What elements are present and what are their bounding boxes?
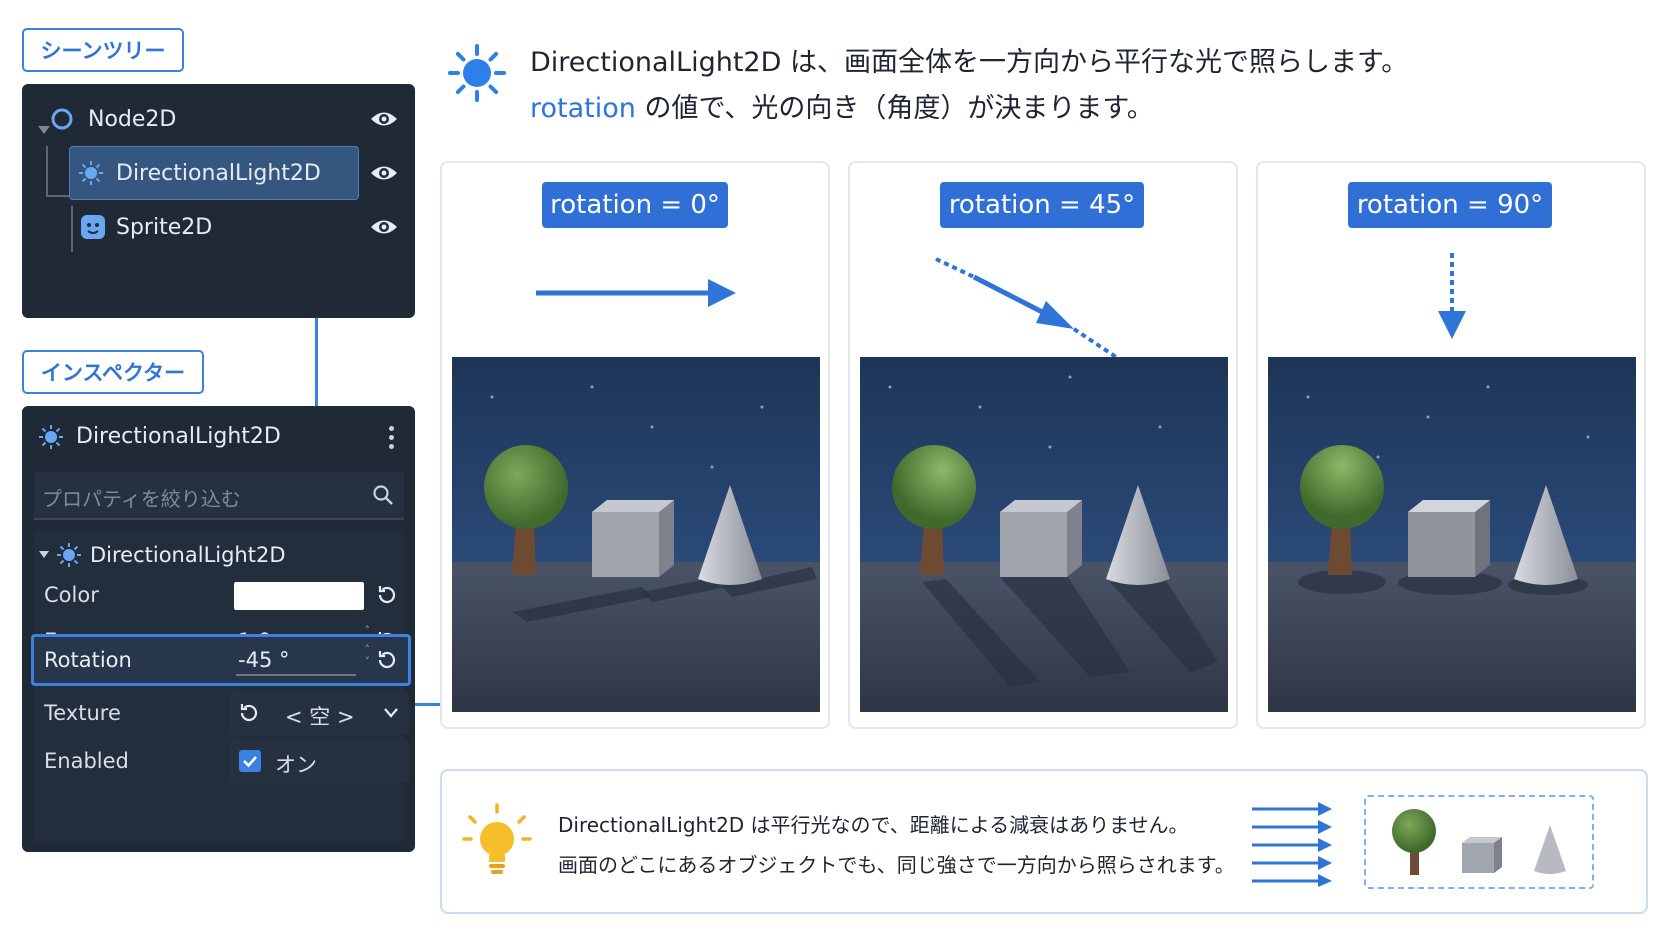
scene-tree-tag: シーンツリー: [22, 28, 184, 72]
spin-arrows-icon[interactable]: ˄˅: [365, 644, 371, 668]
info-note: DirectionalLight2D は平行光なので、距離による減衰はありません…: [440, 769, 1648, 914]
inspector-title: DirectionalLight2D: [76, 424, 281, 449]
property-row-color: Color: [34, 572, 405, 618]
visibility-eye-icon[interactable]: [369, 162, 399, 184]
property-filter-placeholder: プロパティを絞り込む: [42, 487, 241, 511]
header-line-2-rest: の値で、光の向き（角度）が決まります。: [635, 93, 1154, 124]
check-icon: [243, 756, 257, 768]
color-swatch[interactable]: [234, 582, 364, 610]
header-line-2: rotation の値で、光の向き（角度）が決まります。: [530, 86, 1154, 125]
reset-icon[interactable]: [375, 583, 399, 607]
rotation-label-pill: rotation = 0°: [542, 182, 728, 228]
property-label: Enabled: [44, 749, 129, 773]
scene-tree-panel: Node2D DirectionalLight2D Sprite2D: [22, 84, 415, 318]
note-line-2: 画面のどこにあるオブジェクトでも、同じ強さで一方向から照らされます。: [558, 853, 1235, 877]
inspector-tag: インスペクター: [22, 350, 204, 394]
header-line-1: DirectionalLight2D は、画面全体を一方向から平行な光で照らしま…: [530, 47, 1409, 78]
light-direction-arrow-icon: [536, 279, 736, 307]
sun-icon: [39, 425, 63, 449]
visibility-eye-icon[interactable]: [369, 216, 399, 238]
tree-item-label: Sprite2D: [116, 214, 213, 240]
tree-item-node2d[interactable]: Node2D: [22, 94, 415, 144]
enabled-value: オン: [275, 753, 317, 777]
circle-node-icon: [51, 108, 73, 130]
parallel-light-arrows-icon: [1252, 802, 1332, 887]
rotation-label-pill: rotation = 45°: [940, 182, 1144, 228]
search-icon: [373, 485, 393, 505]
example-card-0: rotation = 0°: [440, 161, 830, 729]
tree-item-label: DirectionalLight2D: [116, 160, 321, 186]
property-label: Texture: [44, 701, 121, 725]
scene-preview: [860, 357, 1228, 712]
scene-preview: [452, 357, 820, 712]
scene-preview: [1268, 357, 1636, 712]
texture-picker[interactable]: < 空 >: [229, 691, 409, 735]
more-options-icon[interactable]: [389, 426, 395, 452]
property-row-texture: Texture < 空 >: [34, 690, 409, 736]
reset-icon[interactable]: [375, 648, 399, 672]
sun-icon: [79, 161, 103, 185]
inspector-panel: DirectionalLight2D プロパティを絞り込む Directiona…: [22, 406, 415, 852]
property-row-enabled: Enabled オン: [34, 738, 409, 784]
checkbox-checked[interactable]: [239, 750, 261, 772]
tree-item-sprite2d[interactable]: Sprite2D: [22, 202, 415, 252]
rotation-value: -45 °: [238, 648, 290, 672]
note-line-1: DirectionalLight2D は平行光なので、距離による減衰はありません…: [558, 813, 1189, 837]
section-title: DirectionalLight2D: [90, 543, 286, 567]
sprite-icon: [81, 215, 105, 239]
rotation-spinbox[interactable]: -45 ° ˄ ˅: [224, 638, 374, 682]
chevron-down-icon: [39, 551, 49, 558]
tree-item-label: Node2D: [88, 106, 177, 132]
chevron-down-icon[interactable]: [383, 707, 399, 719]
light-direction-arrow-icon: [1438, 253, 1466, 339]
visibility-eye-icon[interactable]: [369, 108, 399, 130]
rotation-keyword: rotation: [530, 93, 636, 124]
tree-item-directionallight2d[interactable]: DirectionalLight2D: [22, 148, 415, 198]
property-row-rotation: Rotation -45 ° ˄ ˅: [34, 637, 405, 683]
sun-icon: [57, 543, 81, 567]
texture-value: < 空 >: [285, 705, 355, 729]
reset-icon[interactable]: [237, 701, 261, 725]
property-label: Color: [44, 583, 99, 607]
light-direction-arrow-icon: [935, 257, 1118, 359]
sun-icon: [448, 44, 506, 102]
example-card-90: rotation = 90°: [1256, 161, 1646, 729]
section-header[interactable]: DirectionalLight2D: [36, 536, 396, 576]
objects-illustration: [1364, 795, 1594, 889]
property-label: Rotation: [44, 648, 132, 672]
rotation-label-pill: rotation = 90°: [1348, 182, 1552, 228]
lightbulb-icon: [462, 803, 532, 874]
example-card-45: rotation = 45°: [848, 161, 1238, 729]
property-filter-input[interactable]: プロパティを絞り込む: [34, 472, 404, 520]
enabled-toggle[interactable]: オン: [229, 739, 409, 783]
